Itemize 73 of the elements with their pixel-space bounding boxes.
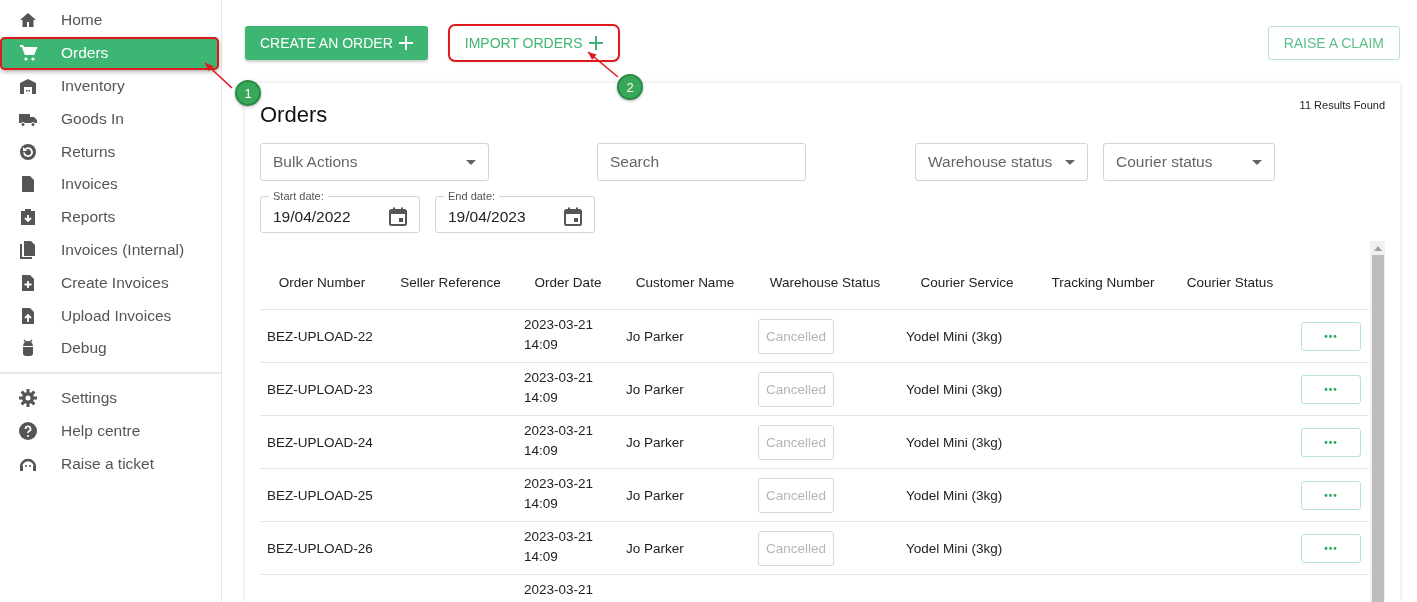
column-header: Seller Reference [384, 255, 517, 310]
sidebar-item[interactable]: Invoices (Internal) [0, 233, 221, 267]
table-cell: Yodel Mini (3kg) [906, 381, 1003, 397]
table-cell: Yodel Mini (3kg) [906, 434, 1003, 450]
calendar-icon [564, 207, 582, 226]
scrollbar-thumb[interactable] [1371, 255, 1384, 602]
help-icon [18, 420, 38, 441]
column-header: Courier Service [899, 255, 1035, 310]
table-cell: BEZ-UPLOAD-26 [267, 540, 373, 556]
dropdown-field[interactable]: Courier status [1103, 143, 1275, 181]
status-chip: Cancelled [758, 371, 835, 407]
caret-icon [1065, 159, 1075, 165]
sidebar-item[interactable]: Upload Invoices [0, 299, 221, 332]
status-chip: Cancelled [758, 424, 835, 460]
documents-icon [18, 239, 38, 260]
table-cell: Jo Parker [626, 381, 684, 397]
table-cell: Yodel Mini (3kg) [906, 487, 1003, 503]
table-cell-text: 2023-03-21 14:09 [524, 422, 595, 460]
table-cell: Yodel Mini (3kg) [906, 540, 1003, 556]
table-cell: Jo Parker [626, 540, 684, 556]
sidebar-item[interactable]: Create Invoices [0, 266, 221, 300]
settings-icon [18, 388, 38, 409]
clipboard-icon [18, 207, 38, 228]
column-header: Courier Status [1171, 255, 1289, 310]
sidebar-item[interactable]: Reports [0, 200, 221, 234]
table-cell: Yodel Mini (3kg) [906, 328, 1003, 344]
annotation-arrow [204, 62, 233, 89]
warehouse-icon [18, 76, 38, 96]
dropdown-field[interactable]: Bulk Actions [260, 143, 489, 181]
table-cell-text: 2023-03-21 14:09 [524, 528, 595, 566]
scroll-up-icon [1373, 246, 1382, 251]
status-chip: Cancelled [758, 318, 835, 354]
status-chip: Cancelled [758, 477, 835, 513]
sidebar-item[interactable]: Settings [0, 381, 221, 415]
table-cell: Jo Parker [626, 487, 684, 503]
search-field[interactable]: Search [597, 143, 806, 181]
column-header: Order Number [260, 255, 384, 310]
annotation-arrow [587, 51, 619, 78]
table-cell-text: 2023-03-21 [524, 581, 595, 599]
sidebar-item[interactable]: Inventory [0, 69, 221, 103]
table-cell-text: 2023-03-21 14:09 [524, 475, 595, 513]
table-cell-text: 2023-03-21 14:09 [524, 316, 595, 354]
panel-title: Orders [260, 101, 328, 128]
caret-icon [1252, 159, 1262, 165]
table-cell: Jo Parker [626, 434, 684, 450]
scrollbar[interactable] [1370, 241, 1385, 602]
table-cell: BEZ-UPLOAD-23 [267, 381, 373, 397]
column-header: Warehouse Status [751, 255, 899, 310]
table-cell: BEZ-UPLOAD-25 [267, 487, 373, 503]
plus-icon [398, 36, 413, 50]
table-cell-text: 2023-03-21 14:09 [524, 369, 595, 407]
plus-icon [588, 36, 603, 50]
table-cell: BEZ-UPLOAD-22 [267, 328, 373, 344]
step-badge: 1 [235, 80, 261, 106]
sidebar-item[interactable]: Home [0, 4, 221, 37]
sidebar-item[interactable]: Debug [0, 331, 221, 365]
results-count: 11 Results Found [1299, 99, 1385, 111]
table-cell: Jo Parker [626, 328, 684, 344]
calendar-icon [389, 207, 407, 226]
status-chip: Cancelled [758, 530, 835, 566]
sidebar-item[interactable]: Invoices [0, 168, 221, 201]
sidebar-item[interactable]: Returns [0, 135, 221, 168]
sidebar-item[interactable]: Raise a ticket [0, 447, 221, 481]
column-header: Customer Name [619, 255, 751, 310]
caret-icon [466, 159, 476, 165]
sidebar-item[interactable]: Goods In [0, 102, 221, 136]
table-cell: BEZ-UPLOAD-24 [267, 434, 373, 450]
return-icon [18, 141, 38, 162]
dropdown-field[interactable]: Warehouse status [915, 143, 1088, 181]
column-header: Order Date [517, 255, 619, 310]
column-header: Tracking Number [1035, 255, 1171, 310]
step-badge: 2 [617, 74, 643, 100]
sidebar-item[interactable]: Help centre [0, 414, 221, 448]
